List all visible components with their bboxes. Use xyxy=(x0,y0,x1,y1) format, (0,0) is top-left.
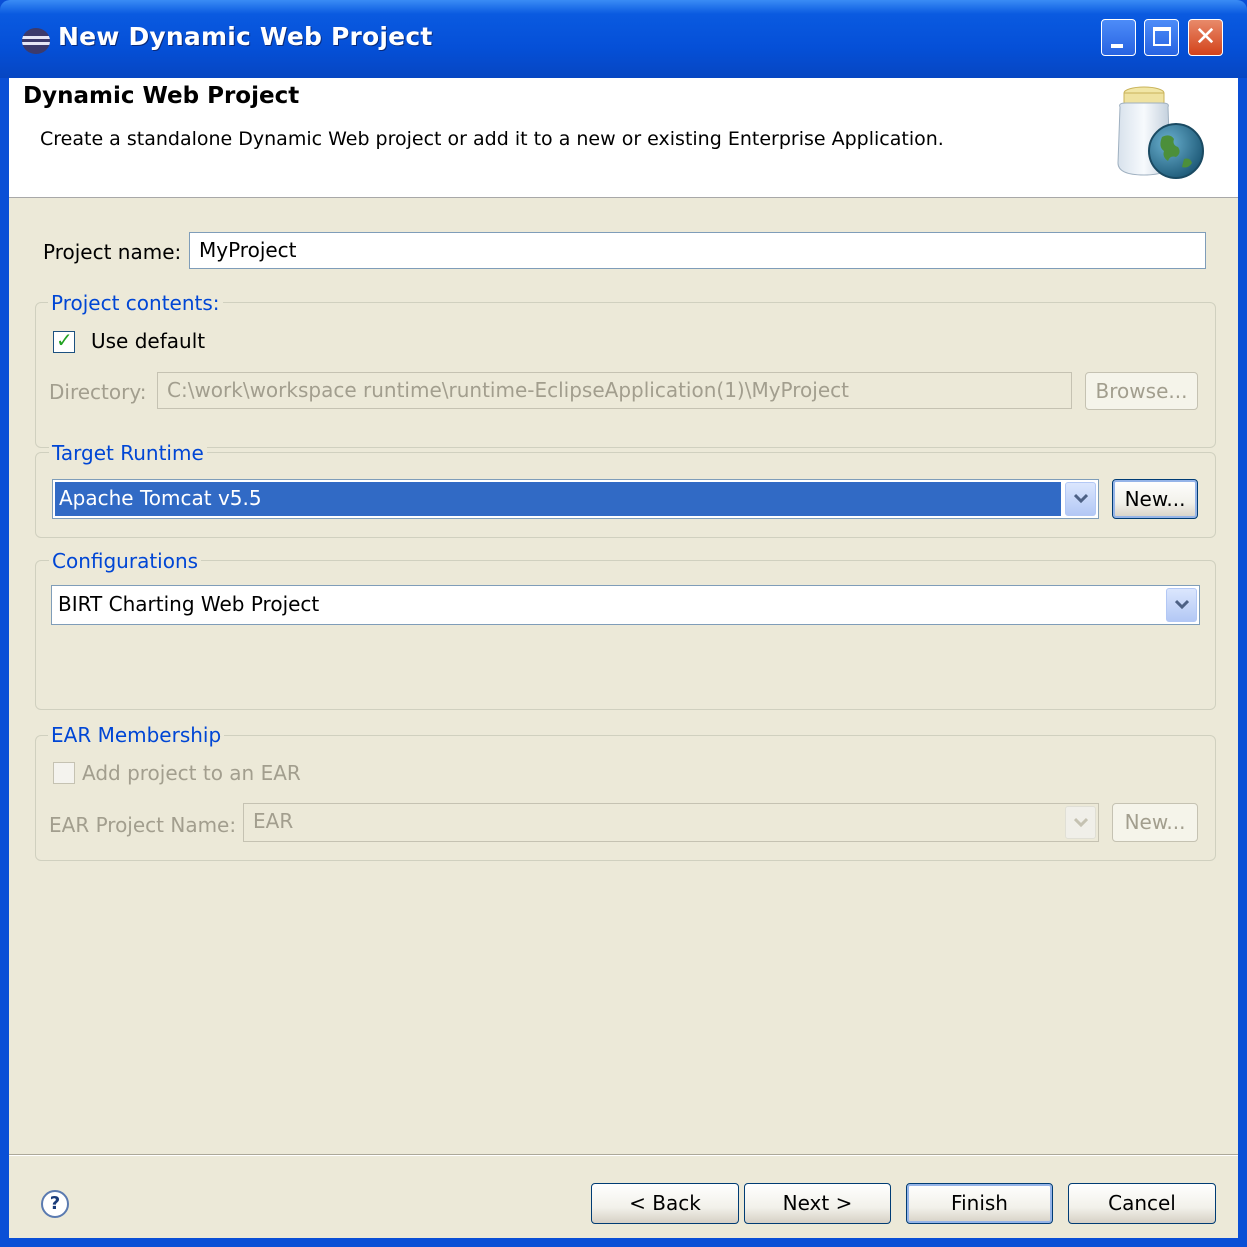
ear-membership-group xyxy=(35,735,1216,861)
window-title: New Dynamic Web Project xyxy=(58,22,433,51)
new-ear-button[interactable]: New... xyxy=(1112,803,1198,842)
page-title: Dynamic Web Project xyxy=(23,83,300,109)
chevron-down-icon[interactable] xyxy=(1065,482,1096,516)
ear-project-name-label: EAR Project Name: xyxy=(49,813,237,837)
back-button[interactable]: < Back xyxy=(591,1183,739,1224)
help-icon[interactable]: ? xyxy=(41,1190,69,1218)
minimize-icon xyxy=(1111,44,1123,48)
ear-project-name-value: EAR xyxy=(253,809,294,833)
close-button[interactable]: ✕ xyxy=(1188,19,1223,56)
ear-project-name-select[interactable]: EAR xyxy=(243,803,1099,842)
title-bar[interactable]: New Dynamic Web Project ✕ xyxy=(0,0,1247,78)
page-description: Create a standalone Dynamic Web project … xyxy=(40,128,944,150)
maximize-button[interactable] xyxy=(1144,19,1179,56)
eclipse-icon xyxy=(22,28,50,54)
target-runtime-select[interactable]: Apache Tomcat v5.5 xyxy=(52,479,1099,519)
directory-input[interactable]: C:\work\workspace runtime\runtime-Eclips… xyxy=(157,372,1072,409)
minimize-button[interactable] xyxy=(1101,19,1136,56)
configurations-value: BIRT Charting Web Project xyxy=(58,592,320,616)
close-icon: ✕ xyxy=(1194,22,1217,52)
footer-separator xyxy=(9,1154,1238,1156)
add-to-ear-label: Add project to an EAR xyxy=(82,761,301,785)
use-default-label[interactable]: Use default xyxy=(91,329,205,353)
configurations-select[interactable]: BIRT Charting Web Project xyxy=(51,585,1200,625)
directory-label: Directory: xyxy=(49,380,147,404)
target-runtime-value: Apache Tomcat v5.5 xyxy=(59,486,262,510)
cancel-button[interactable]: Cancel xyxy=(1068,1183,1216,1224)
checkmark-icon: ✓ xyxy=(56,328,73,352)
add-to-ear-checkbox[interactable] xyxy=(53,762,75,784)
project-name-label: Project name: xyxy=(43,240,182,264)
jar-globe-icon xyxy=(1104,83,1208,187)
target-runtime-title: Target Runtime xyxy=(49,441,207,465)
project-contents-title: Project contents: xyxy=(48,291,223,315)
project-name-input[interactable]: MyProject xyxy=(189,232,1206,269)
browse-button[interactable]: Browse... xyxy=(1085,372,1198,410)
use-default-checkbox[interactable]: ✓ xyxy=(53,328,75,353)
dialog-client-area: Dynamic Web Project Create a standalone … xyxy=(9,78,1238,1238)
ear-membership-title: EAR Membership xyxy=(48,723,225,747)
configurations-title: Configurations xyxy=(49,549,202,573)
chevron-down-icon[interactable] xyxy=(1065,806,1096,839)
wizard-header: Dynamic Web Project Create a standalone … xyxy=(9,78,1238,198)
dialog-window: New Dynamic Web Project ✕ Dynamic Web Pr… xyxy=(0,0,1247,1247)
chevron-down-icon[interactable] xyxy=(1166,588,1197,622)
new-runtime-button[interactable]: New... xyxy=(1112,479,1198,519)
next-button[interactable]: Next > xyxy=(744,1183,891,1224)
maximize-icon xyxy=(1153,27,1171,46)
finish-button[interactable]: Finish xyxy=(906,1183,1053,1224)
configurations-group xyxy=(35,560,1216,710)
